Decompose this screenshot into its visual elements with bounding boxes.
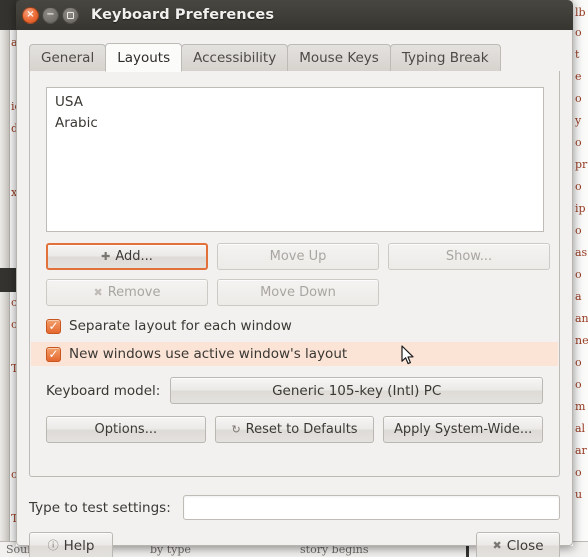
- tab-accessibility[interactable]: Accessibility: [181, 44, 289, 71]
- check-icon: ✓: [48, 319, 59, 333]
- bg-text-fragment: an: [575, 312, 588, 325]
- list-item[interactable]: Arabic: [47, 113, 543, 134]
- show-layout-button[interactable]: Show...: [388, 243, 550, 270]
- keyboard-model-button[interactable]: Generic 105-key (Intl) PC: [170, 377, 543, 404]
- desktop-background: a ie d xc o co on T o T lb o t e o y o p…: [0, 0, 588, 557]
- move-down-label: Move Down: [260, 285, 336, 300]
- dialog-body: General Layouts Accessibility Mouse Keys…: [16, 30, 573, 557]
- check-icon: ✓: [48, 347, 59, 361]
- help-icon: ⓘ: [47, 539, 59, 552]
- move-up-label: Move Up: [269, 249, 327, 264]
- bg-text-fragment: o: [575, 466, 582, 479]
- minimize-icon: −: [46, 9, 55, 20]
- bg-text-fragment: o: [575, 180, 582, 193]
- bg-text-fragment: al: [575, 422, 586, 435]
- bg-text-fragment: o: [575, 224, 582, 237]
- close-dialog-label: Close: [506, 537, 544, 554]
- bg-text-fragment: lb: [575, 6, 586, 19]
- tab-layouts[interactable]: Layouts: [105, 43, 183, 72]
- bg-text-fragment: o: [575, 26, 582, 39]
- tab-label: Layouts: [117, 49, 171, 66]
- keyboard-model-row: Keyboard model: Generic 105-key (Intl) P…: [46, 377, 543, 404]
- bg-text-fragment: o: [575, 136, 582, 149]
- bg-text-fragment: o: [575, 268, 582, 281]
- tab-label: General: [41, 50, 95, 66]
- test-settings-input[interactable]: [182, 495, 560, 520]
- bg-text-fragment: y: [575, 114, 582, 127]
- help-label: Help: [63, 537, 95, 554]
- move-up-button[interactable]: Move Up: [217, 243, 379, 270]
- window-title: Keyboard Preferences: [91, 7, 275, 23]
- apply-system-wide-button[interactable]: Apply System-Wide...: [383, 416, 544, 443]
- bg-text-fragment: e: [575, 70, 582, 83]
- options-button[interactable]: Options...: [46, 416, 206, 443]
- test-settings-label: Type to test settings:: [29, 499, 171, 516]
- bg-text-fragment: ip: [575, 202, 586, 215]
- options-label: Options...: [94, 422, 158, 437]
- separate-layout-checkbox[interactable]: ✓: [46, 318, 61, 334]
- bg-text-fragment: u: [575, 488, 583, 501]
- close-dialog-button[interactable]: ✖ Close: [476, 532, 560, 557]
- help-button[interactable]: ⓘ Help: [29, 532, 113, 557]
- keyboard-model-value: Generic 105-key (Intl) PC: [272, 382, 442, 399]
- bg-text-fragment: t: [575, 48, 580, 61]
- x-icon: ✖: [93, 286, 103, 299]
- close-icon: ×: [26, 9, 35, 20]
- bg-text-fragment: pr: [575, 158, 588, 171]
- bg-text-fragment: o: [575, 92, 582, 105]
- tab-label: Accessibility: [193, 50, 277, 66]
- tab-general[interactable]: General: [29, 44, 107, 71]
- show-layout-label: Show...: [445, 249, 493, 264]
- bg-text-fragment: as: [575, 246, 588, 259]
- layouts-tab-pane: USA Arabic ✚ Add... Move Up Show... ✖ Re…: [29, 71, 560, 477]
- new-windows-layout-checkbox[interactable]: ✓: [46, 346, 61, 362]
- window-titlebar[interactable]: × − Keyboard Preferences: [16, 0, 573, 30]
- pane-action-buttons: Options... ↻ Reset to Defaults Apply Sys…: [46, 416, 544, 443]
- refresh-icon: ↻: [231, 423, 241, 436]
- tab-mouse-keys[interactable]: Mouse Keys: [287, 44, 391, 71]
- maximize-icon: [67, 11, 74, 19]
- move-down-button[interactable]: Move Down: [217, 279, 379, 306]
- close-x-icon: ✖: [492, 539, 502, 552]
- new-windows-layout-checkbox-row[interactable]: ✓ New windows use active window's layout: [31, 342, 558, 366]
- separate-layout-label: Separate layout for each window: [69, 318, 292, 334]
- reset-to-defaults-label: Reset to Defaults: [245, 422, 358, 437]
- plus-icon: ✚: [101, 250, 111, 263]
- tab-typing-break[interactable]: Typing Break: [389, 44, 501, 71]
- new-windows-layout-label: New windows use active window's layout: [69, 346, 348, 362]
- add-layout-button[interactable]: ✚ Add...: [46, 243, 208, 270]
- remove-layout-button[interactable]: ✖ Remove: [46, 279, 208, 306]
- tab-label: Mouse Keys: [299, 50, 379, 66]
- apply-system-wide-label: Apply System-Wide...: [394, 422, 533, 437]
- add-layout-label: Add...: [115, 249, 153, 264]
- bg-text-fragment: o: [575, 356, 582, 369]
- layout-buttons-row-1: ✚ Add... Move Up Show...: [46, 243, 550, 270]
- minimize-window-button[interactable]: −: [42, 6, 59, 24]
- separate-layout-checkbox-row[interactable]: ✓ Separate layout for each window: [31, 314, 558, 338]
- keyboard-model-label: Keyboard model:: [46, 382, 161, 399]
- remove-layout-label: Remove: [107, 285, 161, 300]
- bg-text-fragment: ne: [575, 334, 588, 347]
- list-item[interactable]: USA: [47, 92, 543, 113]
- window-controls: × −: [22, 6, 79, 24]
- bg-text-fragment: ar: [575, 444, 587, 457]
- keyboard-layouts-list[interactable]: USA Arabic: [46, 87, 544, 232]
- layout-buttons-row-2: ✖ Remove Move Down: [46, 279, 379, 306]
- tab-label: Typing Break: [401, 50, 489, 66]
- bg-text-fragment: m: [575, 400, 586, 413]
- close-window-button[interactable]: ×: [22, 6, 39, 24]
- reset-to-defaults-button[interactable]: ↻ Reset to Defaults: [214, 416, 375, 443]
- bg-text-fragment: o: [575, 378, 582, 391]
- keyboard-preferences-dialog: × − Keyboard Preferences General Layouts…: [16, 0, 573, 557]
- maximize-window-button[interactable]: [62, 6, 79, 24]
- tab-bar: General Layouts Accessibility Mouse Keys…: [29, 43, 560, 72]
- dialog-footer: ⓘ Help ✖ Close: [29, 532, 560, 557]
- test-settings-row: Type to test settings:: [29, 495, 560, 520]
- bg-text-fragment: a: [575, 290, 582, 303]
